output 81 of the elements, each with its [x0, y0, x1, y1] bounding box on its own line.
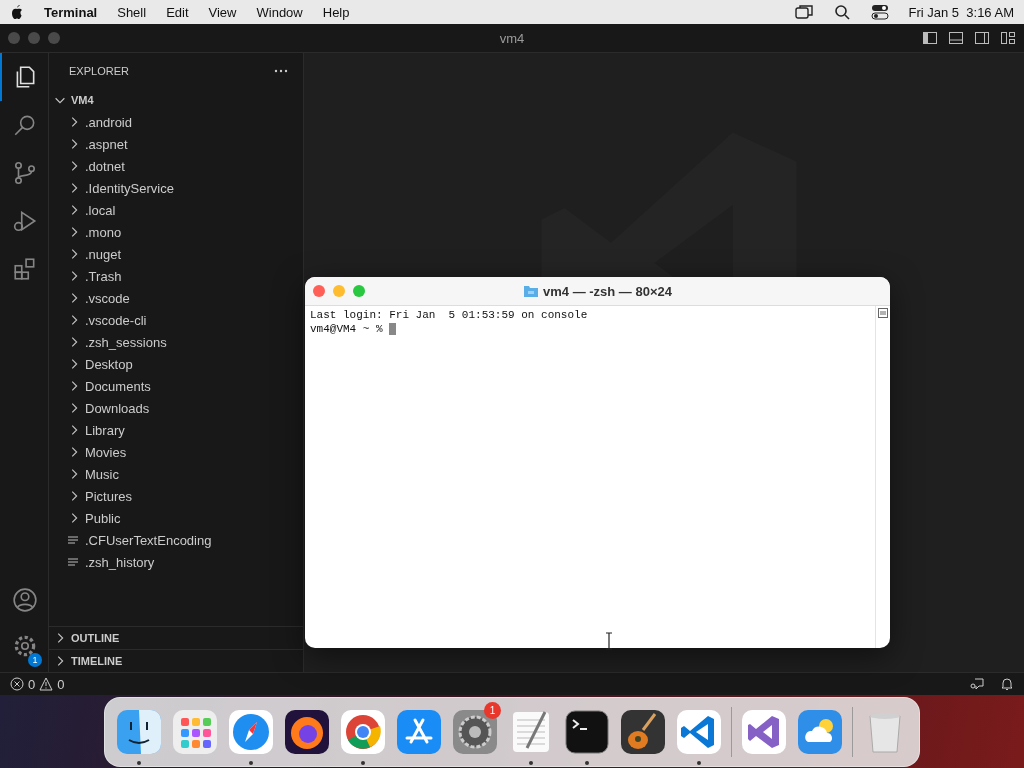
toggle-sidebar-icon[interactable] — [922, 30, 938, 46]
tree-item[interactable]: Downloads — [85, 400, 150, 416]
window-title: vm4 — [499, 30, 525, 46]
layout-icon[interactable] — [1000, 30, 1016, 46]
error-count[interactable]: 0 — [28, 676, 36, 692]
terminal-line: Last login: Fri Jan 5 01:53:59 on console — [310, 308, 589, 322]
terminal-icon[interactable] — [563, 708, 611, 756]
bell-icon[interactable] — [1000, 677, 1014, 691]
running-indicator — [585, 761, 589, 765]
folder-icon — [523, 284, 539, 298]
tree-item[interactable]: .Trash — [85, 268, 122, 284]
tree-item[interactable]: .zsh_sessions — [85, 334, 167, 350]
tree-item[interactable]: .vscode — [85, 290, 130, 306]
tree-item[interactable]: .CFUserTextEncoding — [85, 532, 212, 548]
play-bug-icon[interactable] — [12, 208, 38, 234]
text-cursor — [389, 323, 397, 336]
section-header[interactable]: TIMELINE — [71, 655, 123, 667]
split-icon[interactable] — [878, 308, 888, 318]
running-indicator — [361, 761, 365, 765]
branch-icon[interactable] — [12, 160, 38, 186]
tree-item[interactable]: .aspnet — [85, 136, 128, 152]
apple-icon[interactable] — [10, 4, 24, 20]
tree-item[interactable]: Pictures — [85, 488, 132, 504]
menu-item[interactable]: Edit — [166, 4, 189, 20]
toggle-secondary-sidebar-icon[interactable] — [974, 30, 990, 46]
fox-globe-icon[interactable] — [283, 708, 331, 756]
tree-item[interactable]: .vscode-cli — [85, 312, 147, 328]
tree-item[interactable]: Documents — [85, 378, 151, 394]
toggle-panel-icon[interactable] — [948, 30, 964, 46]
infinity-app-icon[interactable] — [740, 708, 788, 756]
menu-item[interactable]: Window — [256, 4, 303, 20]
code-editor-app-icon[interactable] — [675, 708, 723, 756]
menu-item[interactable]: Shell — [117, 4, 147, 20]
menu-item[interactable]: View — [208, 4, 237, 20]
search-icon[interactable] — [832, 4, 851, 20]
smiling-face-app-icon[interactable] — [115, 708, 163, 756]
window-title: vm4 — -zsh — 80×24 — [543, 283, 672, 299]
cloud-sun-icon[interactable] — [796, 708, 844, 756]
feedback-icon[interactable] — [970, 677, 984, 691]
text-cursor-icon — [604, 632, 614, 650]
guitar-icon[interactable] — [619, 708, 667, 756]
notification-badge: 1 — [28, 653, 42, 667]
notification-badge: 1 — [484, 702, 501, 719]
tree-item[interactable]: .nuget — [85, 246, 122, 262]
tree-item[interactable]: Public — [85, 510, 121, 526]
tree-item[interactable]: VM4 — [71, 94, 94, 106]
tree-item[interactable]: Music — [85, 466, 119, 482]
close-button[interactable] — [313, 285, 325, 297]
tree-item[interactable]: .android — [85, 114, 132, 130]
ring-app-icon[interactable] — [339, 708, 387, 756]
tree-item[interactable]: Desktop — [85, 356, 133, 372]
windows-icon[interactable] — [794, 4, 813, 20]
menu-item[interactable]: Help — [322, 4, 350, 20]
sidebar-title: EXPLORER — [69, 65, 129, 77]
file-lines-icon — [67, 534, 79, 546]
tree-item[interactable]: .mono — [85, 224, 122, 240]
warning-count[interactable]: 0 — [57, 676, 65, 692]
tree-item[interactable]: .local — [85, 202, 116, 218]
tree-item[interactable]: Movies — [85, 444, 127, 460]
clock[interactable]: Fri Jan 5 3:16 AM — [908, 4, 1014, 20]
compass-icon[interactable] — [227, 708, 275, 756]
app-grid-icon[interactable] — [171, 708, 219, 756]
section-header[interactable]: OUTLINE — [71, 632, 120, 644]
running-indicator — [249, 761, 253, 765]
a-glyph-app-icon[interactable] — [395, 708, 443, 756]
tree-item[interactable]: .dotnet — [85, 158, 125, 174]
terminal-prompt: vm4@VM4 ~ % — [310, 323, 384, 335]
warning-icon[interactable] — [39, 677, 54, 691]
menu-item[interactable]: Terminal — [44, 4, 98, 20]
tree-item[interactable]: .IdentityService — [85, 180, 174, 196]
settings-icon[interactable] — [12, 633, 38, 659]
account-icon[interactable] — [12, 587, 38, 613]
running-indicator — [697, 761, 701, 765]
tree-item[interactable]: .zsh_history — [85, 554, 155, 570]
file-lines-icon — [67, 556, 79, 568]
gear-icon[interactable] — [451, 708, 499, 756]
running-indicator — [529, 761, 533, 765]
running-indicator — [137, 761, 141, 765]
tree-item[interactable]: Library — [85, 422, 125, 438]
control-center-icon[interactable] — [870, 4, 889, 20]
error-icon[interactable] — [10, 677, 24, 691]
